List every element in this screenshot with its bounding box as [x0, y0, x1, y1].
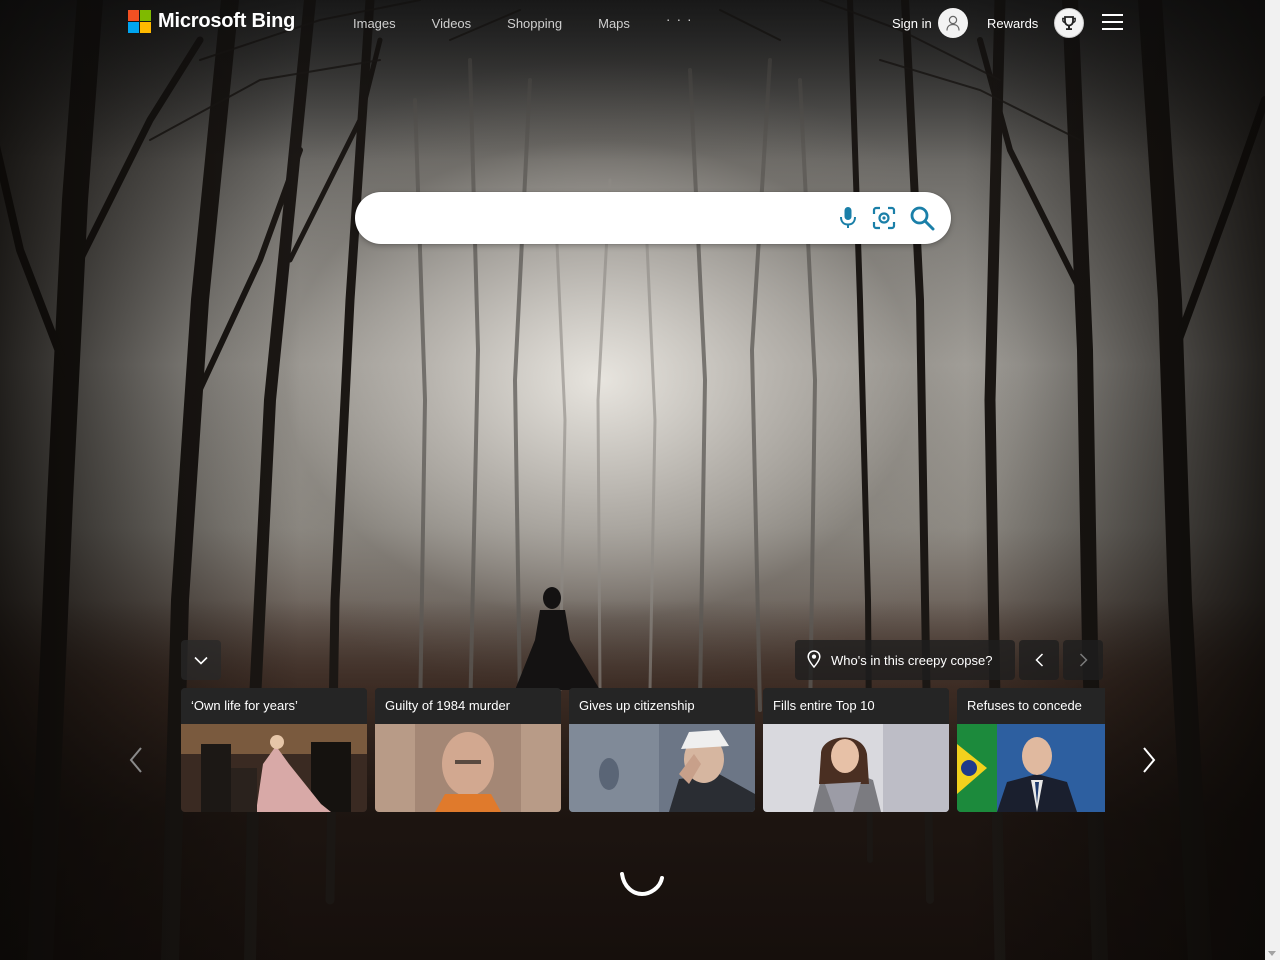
chevron-down-icon — [194, 656, 208, 665]
nav-images[interactable]: Images — [335, 14, 414, 33]
location-pin-icon — [807, 649, 821, 671]
search-icon[interactable] — [909, 205, 935, 231]
news-card-title: Guilty of 1984 murder — [375, 688, 561, 724]
news-card[interactable]: Fills entire Top 10 — [763, 688, 949, 812]
chevron-left-icon — [1034, 653, 1043, 667]
nav-maps[interactable]: Maps — [580, 14, 648, 33]
search-input[interactable] — [371, 204, 825, 234]
news-next-button[interactable] — [1139, 744, 1159, 776]
background-image — [0, 0, 1265, 960]
chevron-right-icon — [1079, 653, 1088, 667]
news-card[interactable]: Guilty of 1984 murder — [375, 688, 561, 812]
loading-spinner-icon — [620, 872, 664, 897]
chevron-left-icon — [129, 747, 142, 773]
sign-in-label: Sign in — [892, 15, 932, 31]
sign-in-button[interactable]: Sign in — [892, 8, 968, 38]
next-image-button[interactable] — [1063, 640, 1103, 680]
more-icon[interactable]: · · · — [648, 11, 711, 33]
news-card-image — [375, 724, 561, 812]
news-card-image — [181, 724, 367, 812]
scroll-down-arrow[interactable] — [1268, 951, 1276, 956]
header: Microsoft Bing Images Videos Shopping Ma… — [0, 0, 1265, 46]
rewards-button[interactable]: Rewards — [987, 8, 1085, 38]
logo-text: Microsoft Bing — [158, 10, 296, 32]
news-card-image — [957, 724, 1105, 812]
visual-search-icon[interactable] — [871, 205, 897, 231]
trophy-icon — [1054, 8, 1085, 38]
scrollbar[interactable] — [1265, 0, 1280, 960]
news-card[interactable]: Refuses to concede — [957, 688, 1105, 812]
microphone-icon[interactable] — [835, 205, 861, 231]
microsoft-logo-icon — [128, 10, 151, 33]
news-card-image — [569, 724, 755, 812]
nav-videos[interactable]: Videos — [414, 14, 490, 33]
image-info-label: Who's in this creepy copse? — [831, 652, 993, 668]
top-nav: Images Videos Shopping Maps · · · — [335, 11, 711, 33]
hamburger-menu-icon[interactable] — [1102, 14, 1124, 30]
news-card-title: Gives up citizenship — [569, 688, 755, 724]
bing-logo[interactable]: Microsoft Bing — [128, 10, 295, 33]
nav-shopping[interactable]: Shopping — [489, 14, 580, 33]
news-card-title: Fills entire Top 10 — [763, 688, 949, 724]
previous-image-button[interactable] — [1019, 640, 1059, 680]
collapse-button[interactable] — [181, 640, 221, 680]
chevron-right-icon — [1143, 747, 1156, 773]
news-card-title: ‘Own life for years’ — [181, 688, 367, 724]
avatar-icon — [937, 8, 968, 38]
image-info-button[interactable]: Who's in this creepy copse? — [795, 640, 1015, 680]
news-card-title: Refuses to concede — [957, 688, 1105, 724]
figure — [515, 587, 600, 690]
news-card-image — [763, 724, 949, 812]
news-carousel: ‘Own life for years’ Guilty of 1984 murd… — [181, 688, 1105, 812]
news-card[interactable]: Gives up citizenship — [569, 688, 755, 812]
news-card[interactable]: ‘Own life for years’ — [181, 688, 367, 812]
rewards-label: Rewards — [987, 15, 1039, 31]
search-box — [355, 192, 951, 244]
news-prev-button[interactable] — [126, 744, 146, 776]
